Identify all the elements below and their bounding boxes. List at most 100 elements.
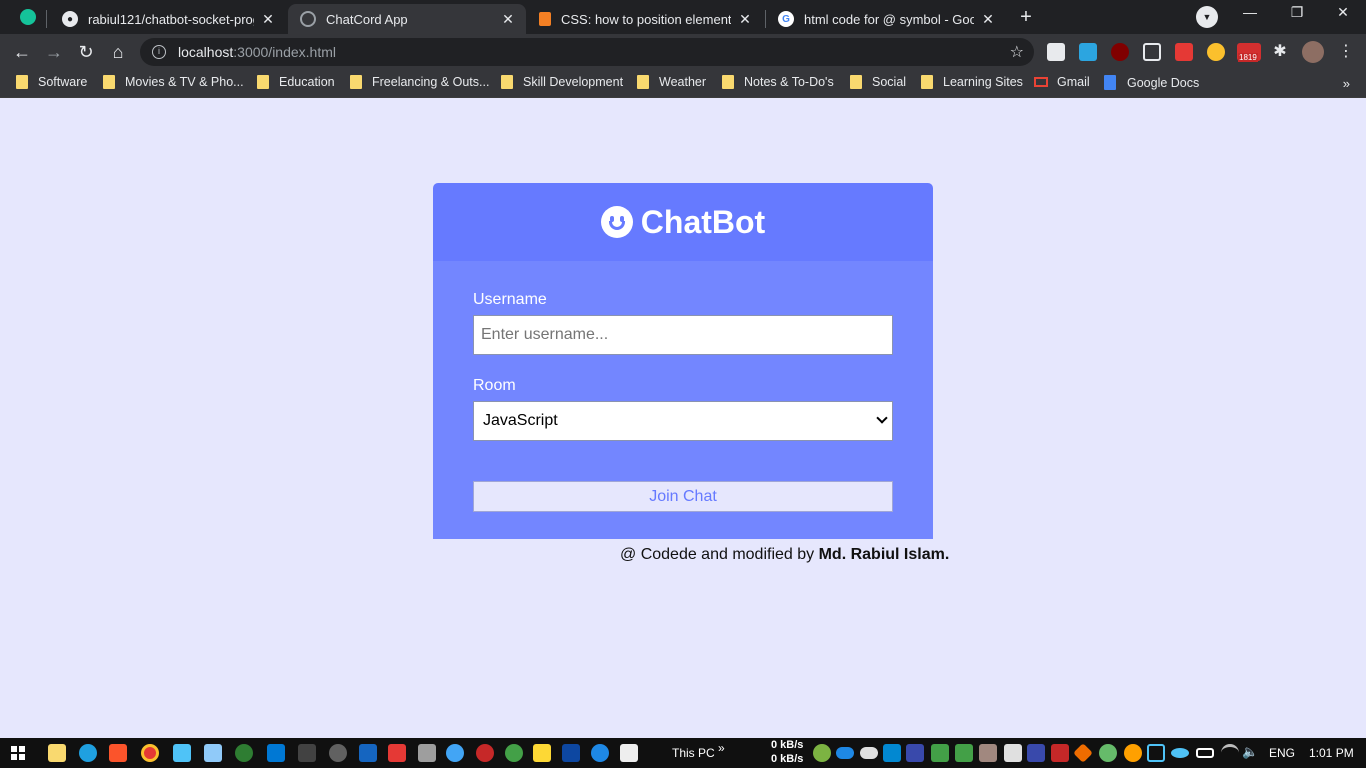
tray-icon[interactable] (1124, 744, 1142, 762)
profile-avatar[interactable] (1302, 41, 1324, 63)
this-pc-label[interactable]: This PC (672, 746, 715, 760)
bookmark-google-docs[interactable]: Google Docs (1104, 75, 1199, 90)
windows-taskbar: This PC » 0 kB/s 0 kB/s 🔈 ENG 1:01 PM (0, 738, 1366, 768)
join-chat-button[interactable]: Join Chat (473, 481, 893, 512)
toolbar-chevron-icon[interactable]: » (718, 741, 725, 755)
app-icon[interactable] (446, 744, 464, 762)
chrome-icon[interactable] (141, 744, 159, 762)
bookmark-notes[interactable]: Notes & To-Do's (722, 75, 834, 89)
remote-desktop-icon[interactable] (173, 744, 191, 762)
room-label: Room (473, 377, 516, 394)
upwork-icon[interactable] (505, 744, 523, 762)
bookmark-weather[interactable]: Weather (637, 75, 706, 89)
eye-icon[interactable] (1171, 748, 1189, 758)
tray-icon[interactable] (883, 744, 901, 762)
bookmark-software[interactable]: Software (16, 75, 87, 89)
grammarly-icon[interactable] (20, 9, 36, 25)
page-title: ChatBot (640, 203, 766, 240)
menu-icon[interactable]: ⋮ (1334, 40, 1358, 64)
bookmark-social[interactable]: Social (850, 75, 906, 89)
photoshop-icon[interactable] (562, 744, 580, 762)
edge-icon[interactable] (79, 744, 97, 762)
extension-icon[interactable] (1079, 43, 1097, 61)
username-input[interactable] (473, 315, 893, 355)
file-explorer-icon[interactable] (48, 744, 66, 762)
app-icon[interactable] (620, 744, 638, 762)
tab-search-icon[interactable]: ▼ (1196, 6, 1218, 28)
bookmark-education[interactable]: Education (257, 75, 335, 89)
bookmark-movies[interactable]: Movies & TV & Pho... (103, 75, 244, 89)
vscode-icon[interactable] (267, 744, 285, 762)
tray-icon[interactable] (979, 744, 997, 762)
onedrive-icon[interactable] (836, 747, 854, 759)
tab-github[interactable]: ● rabiul121/chatbot-socket-progra ✕ (50, 4, 286, 34)
address-bar[interactable]: i localhost :3000/index.html ☆ (140, 38, 1034, 66)
close-tab-icon[interactable]: ✕ (737, 11, 753, 28)
new-tab-button[interactable]: + (1013, 6, 1039, 28)
close-tab-icon[interactable]: ✕ (980, 11, 996, 28)
terminal-icon[interactable] (298, 744, 316, 762)
back-icon[interactable]: ← (10, 40, 34, 64)
app-icon[interactable] (359, 744, 377, 762)
forward-icon[interactable]: → (42, 40, 66, 64)
bookmark-gmail[interactable]: Gmail (1034, 75, 1090, 89)
close-tab-icon[interactable]: ✕ (260, 11, 276, 28)
extension-icon[interactable] (1207, 43, 1225, 61)
username-label: Username (473, 291, 547, 308)
app-icon[interactable] (329, 744, 347, 762)
todoist-icon[interactable] (388, 744, 406, 762)
extension-icon[interactable] (1047, 43, 1065, 61)
app-icon[interactable] (591, 744, 609, 762)
mail-checker-icon[interactable]: 1819 (1237, 43, 1261, 62)
tray-icon[interactable] (931, 744, 949, 762)
tray-icon[interactable] (1051, 744, 1069, 762)
close-window-icon[interactable]: ✕ (1323, 4, 1363, 21)
bookmark-freelancing[interactable]: Freelancing & Outs... (350, 75, 489, 89)
app-icon[interactable] (418, 744, 436, 762)
extensions-puzzle-icon[interactable]: ✱ (1268, 40, 1292, 64)
windows-start-icon[interactable] (11, 746, 25, 760)
tray-icon[interactable] (906, 744, 924, 762)
folder-icon (350, 75, 362, 89)
folder-icon (257, 75, 269, 89)
close-tab-icon[interactable]: ✕ (500, 11, 516, 28)
ublock-icon[interactable] (1111, 43, 1129, 61)
tray-icon[interactable] (1147, 744, 1165, 762)
bookmark-label: Notes & To-Do's (744, 75, 834, 89)
app-icon[interactable] (235, 744, 253, 762)
bookmark-skill-development[interactable]: Skill Development (501, 75, 623, 89)
tab-stackoverflow[interactable]: CSS: how to position element in l ✕ (527, 4, 763, 34)
credit-author: Md. Rabiul Islam. (818, 546, 950, 563)
clock[interactable]: 1:01 PM (1309, 746, 1354, 760)
keyboard-icon[interactable] (204, 744, 222, 762)
tray-icon[interactable] (1027, 744, 1045, 762)
pin-extension-icon[interactable] (1175, 43, 1193, 61)
tray-icon[interactable] (813, 744, 831, 762)
tray-icon[interactable] (1099, 744, 1117, 762)
volume-icon[interactable]: 🔈 (1242, 744, 1258, 760)
home-icon[interactable]: ⌂ (106, 40, 130, 64)
room-select[interactable]: JavaScript (473, 401, 893, 441)
tab-chatcord[interactable]: ChatCord App ✕ (288, 4, 526, 34)
battery-icon[interactable] (1196, 748, 1214, 758)
tab-title: ChatCord App (326, 11, 408, 27)
bookmark-star-icon[interactable]: ☆ (1010, 42, 1024, 62)
cloud-icon[interactable] (860, 747, 878, 759)
brave-icon[interactable] (109, 744, 127, 762)
reload-icon[interactable]: ↻ (74, 40, 98, 64)
app-icon[interactable] (533, 744, 551, 762)
tab-google[interactable]: G html code for @ symbol - Google ✕ (766, 4, 1006, 34)
extension-icon[interactable] (1143, 43, 1161, 61)
app-icon[interactable] (476, 744, 494, 762)
minimize-icon[interactable]: — (1230, 4, 1270, 20)
more-bookmarks-icon[interactable]: » (1343, 76, 1350, 91)
tray-icon[interactable] (1004, 744, 1022, 762)
username-group: Username (473, 291, 893, 355)
site-info-icon[interactable]: i (152, 45, 166, 59)
bookmark-learning-sites[interactable]: Learning Sites (921, 75, 1023, 89)
tray-icon[interactable] (1073, 743, 1093, 763)
tray-icon[interactable] (955, 744, 973, 762)
restore-icon[interactable]: ❐ (1277, 4, 1317, 21)
wifi-icon[interactable] (1221, 744, 1239, 762)
language-indicator[interactable]: ENG (1269, 746, 1295, 760)
